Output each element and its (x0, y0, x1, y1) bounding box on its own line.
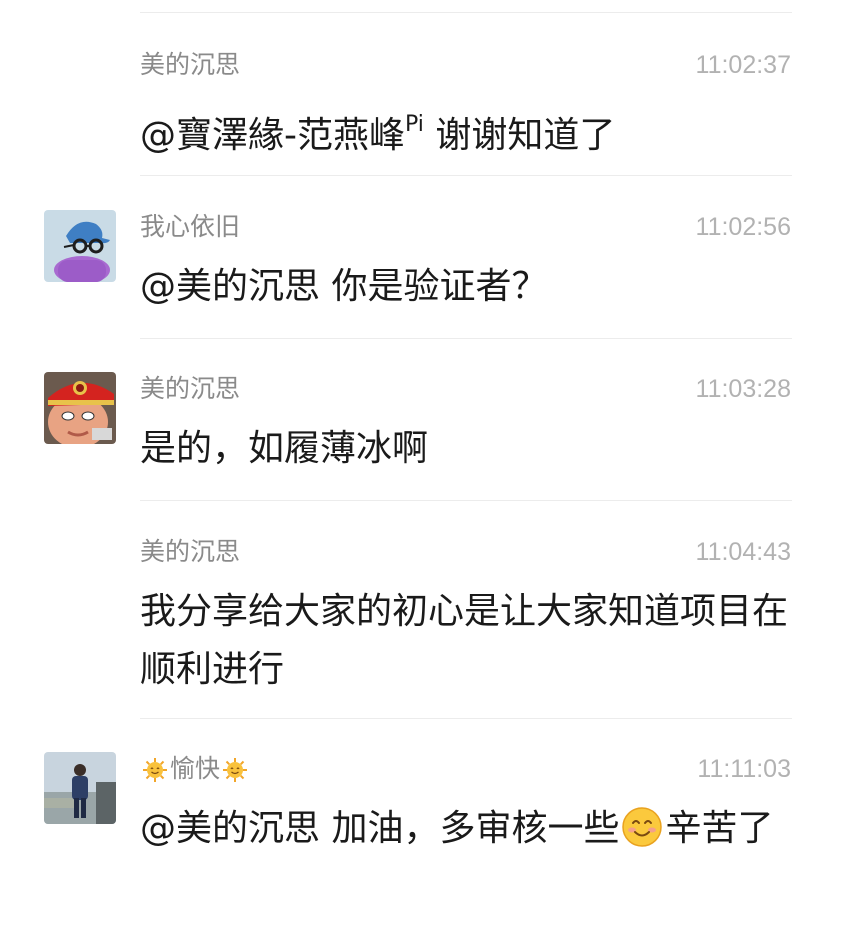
message-text: 是的，如履薄冰啊 (140, 428, 429, 469)
message-item[interactable]: 美的沉思 11:04:43 我分享给大家的初心是让大家知道项目在顺利进行 (0, 535, 846, 695)
red-hat-character-avatar-icon (44, 372, 116, 444)
message-time: 11:03:28 (695, 375, 791, 403)
sun-face-icon (223, 758, 248, 782)
user-avatar[interactable] (44, 752, 116, 824)
message-divider (140, 12, 792, 13)
sender-name[interactable]: 美的沉思 (140, 48, 240, 82)
message-time: 11:02:56 (695, 213, 791, 241)
message-item[interactable]: 美的沉思 11:02:37 @寶澤緣-范燕峰Pi 谢谢知道了 (0, 48, 846, 158)
sun-face-icon (143, 758, 167, 782)
message-divider (140, 500, 792, 501)
smiling-face-icon (622, 807, 663, 847)
message-body: 谢谢知道了 (423, 115, 616, 156)
superscript-text: Pi (405, 112, 424, 137)
sender-name[interactable]: 愉快 (140, 752, 250, 786)
message-body: 辛苦了 (665, 808, 774, 849)
message-text: 我分享给大家的初心是让大家知道项目在顺利进行 (140, 591, 789, 690)
sender-name[interactable]: 我心依旧 (140, 210, 240, 244)
man-standing-photo-avatar-icon (44, 752, 116, 824)
message-time: 11:04:43 (695, 538, 791, 566)
user-avatar[interactable] (44, 372, 116, 444)
message-time: 11:02:37 (695, 51, 791, 79)
message-divider (140, 338, 792, 339)
message-time: 11:11:03 (697, 755, 791, 783)
message-item[interactable]: 愉快 11:11:03 @美的沉思 加油，多审核一些 辛苦了 (0, 752, 846, 922)
sender-name[interactable]: 美的沉思 (140, 535, 240, 569)
sender-name-label: 愉快 (170, 754, 221, 783)
message-text: @美的沉思 加油，多审核一些 辛苦了 (140, 800, 790, 858)
message-divider (140, 175, 792, 176)
message-text: @美的沉思 你是验证者？ (140, 266, 548, 307)
chat-message-list[interactable]: 美的沉思 11:02:37 @寶澤緣-范燕峰Pi 谢谢知道了 我心依旧 11:0… (0, 0, 846, 927)
message-text: @寶澤緣-范燕峰Pi 谢谢知道了 (140, 96, 790, 165)
message-item[interactable]: 我心依旧 11:02:56 @美的沉思 你是验证者？ (0, 210, 846, 320)
message-divider (140, 718, 792, 719)
user-avatar[interactable] (44, 210, 116, 282)
message-body: @美的沉思 加油，多审核一些 (140, 808, 620, 849)
mention-text[interactable]: @寶澤緣-范燕峰 (140, 115, 405, 156)
blue-cap-glasses-avatar-icon (44, 210, 116, 282)
message-item[interactable]: 美的沉思 11:03:28 是的，如履薄冰啊 (0, 372, 846, 482)
sender-name[interactable]: 美的沉思 (140, 372, 240, 406)
